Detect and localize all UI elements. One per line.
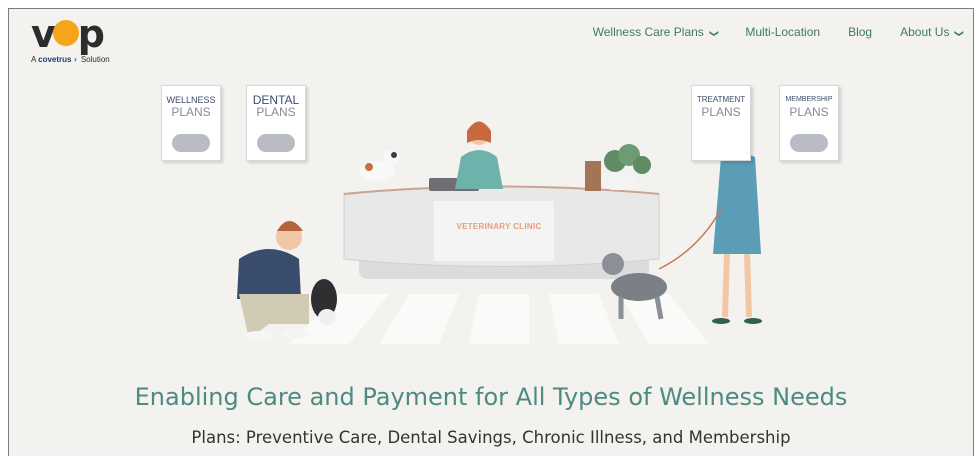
pets-icon xyxy=(172,134,210,152)
chevron-down-icon: ❯ xyxy=(954,29,965,38)
treatment-plans-sign: TREATMENT PLANS xyxy=(691,85,751,161)
desk-label: VETERINARY CLINIC xyxy=(456,222,542,231)
nav-multi-location[interactable]: Multi-Location xyxy=(745,25,820,39)
logo-mark: vp xyxy=(31,12,105,56)
man-figure xyxy=(237,221,309,341)
hero-subheadline: Plans: Preventive Care, Dental Savings, … xyxy=(191,428,791,447)
covetrus-icon: ◐ xyxy=(73,55,79,64)
nav-blog[interactable]: Blog xyxy=(848,25,872,39)
receptionist-figure xyxy=(455,121,503,189)
pets-icon xyxy=(257,134,295,152)
wellness-plans-sign: WELLNESS PLANS xyxy=(161,85,221,161)
paw-icon xyxy=(52,19,79,46)
dental-plans-sign: DENTAL PLANS xyxy=(246,85,306,161)
logo-tagline: A covetrus ◐ Solution xyxy=(31,55,110,64)
hero-headline: Enabling Care and Payment for All Types … xyxy=(134,383,848,411)
cat-figure xyxy=(359,150,399,181)
floor-stripes xyxy=(289,294,709,344)
chevron-down-icon: ❯ xyxy=(709,29,720,38)
membership-plans-sign: MEMBERSHIP PLANS xyxy=(779,85,839,161)
nav-wellness-care-plans[interactable]: Wellness Care Plans ❯ xyxy=(593,25,720,39)
page-frame: vp A covetrus ◐ Solution Wellness Care P… xyxy=(8,8,974,456)
vcp-logo[interactable]: vp A covetrus ◐ Solution xyxy=(31,14,121,70)
pets-icon xyxy=(790,134,828,152)
nav-about-us[interactable]: About Us ❯ xyxy=(900,25,965,39)
main-nav: Wellness Care Plans ❯ Multi-Location Blog… xyxy=(593,25,965,39)
